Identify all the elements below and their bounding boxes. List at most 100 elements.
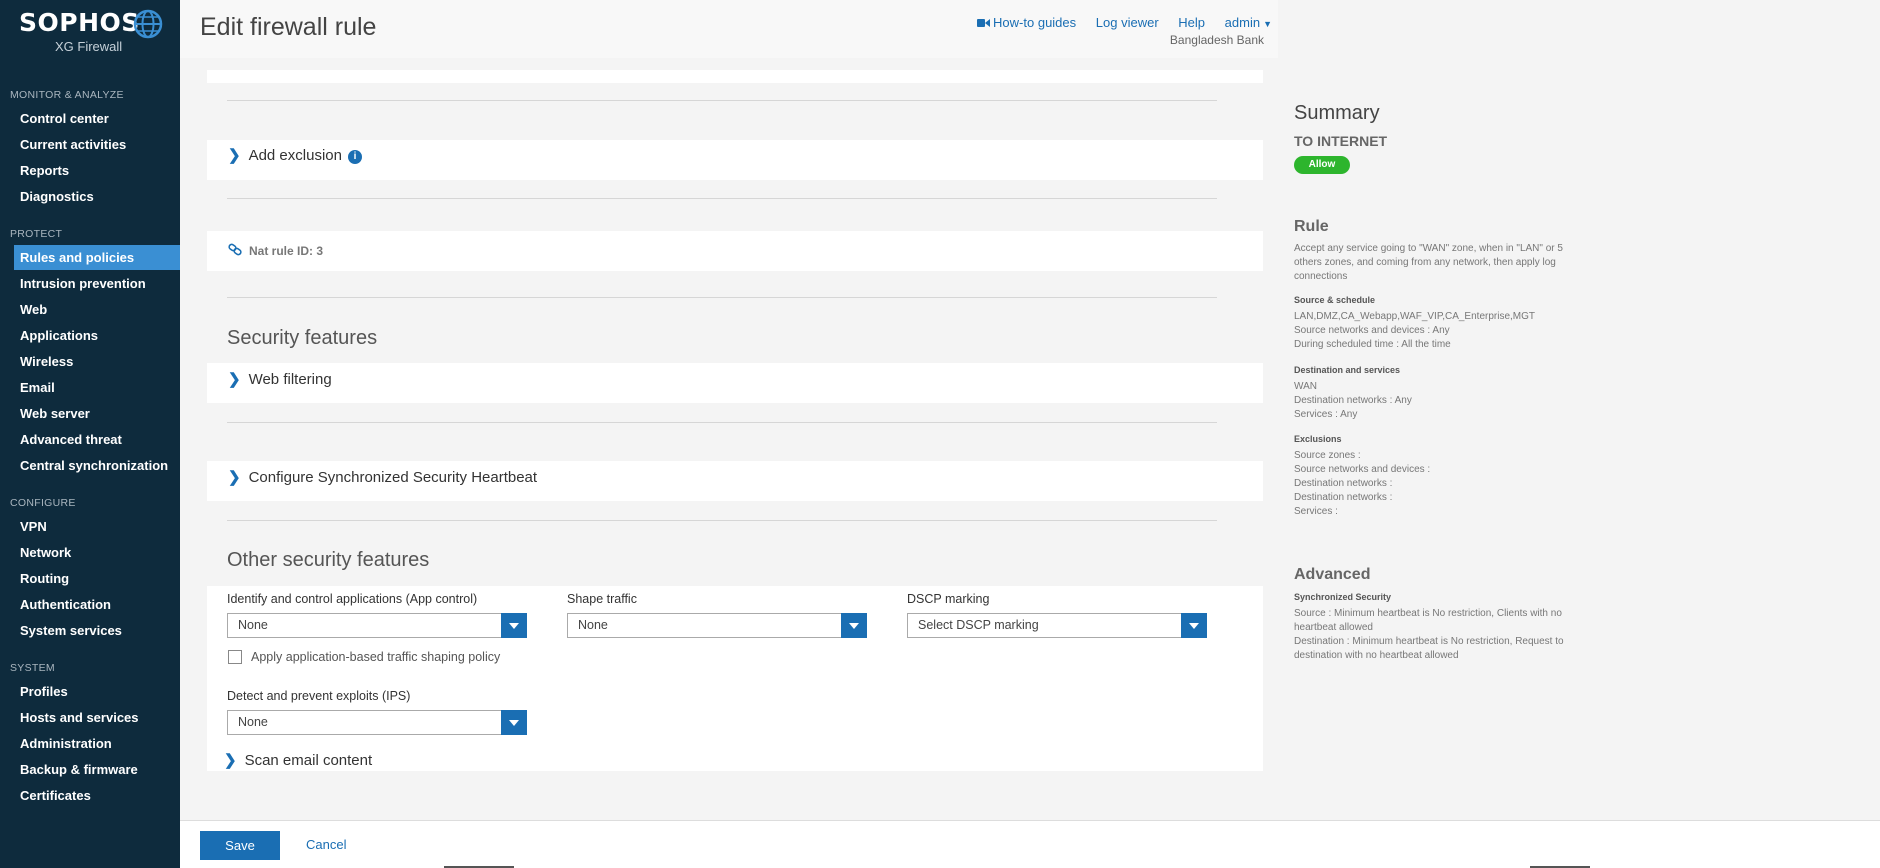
nav-item-email[interactable]: Email xyxy=(14,375,180,400)
dropdown-caret-icon[interactable] xyxy=(501,710,527,735)
exclusion-services: Services : xyxy=(1294,506,1338,517)
nav-item-intrusion-prevention[interactable]: Intrusion prevention xyxy=(14,271,180,296)
advanced-heading: Advanced xyxy=(1294,566,1371,583)
nav-item-hosts-and-services[interactable]: Hosts and services xyxy=(14,705,180,730)
nav-item-backup-firmware[interactable]: Backup & firmware xyxy=(14,757,180,782)
nav-item-current-activities[interactable]: Current activities xyxy=(14,132,180,157)
destination-services-label: Destination and services xyxy=(1294,365,1401,375)
save-button[interactable]: Save xyxy=(200,831,280,860)
add-exclusion-toggle[interactable]: ❯ Add exclusion i xyxy=(228,146,362,164)
divider xyxy=(227,100,1217,101)
nav-item-control-center[interactable]: Control center xyxy=(14,106,180,131)
nav-item-reports[interactable]: Reports xyxy=(14,158,180,183)
divider xyxy=(227,422,1217,423)
nav-item-network[interactable]: Network xyxy=(14,540,180,565)
exclusion-destination-networks: Destination networks : xyxy=(1294,492,1393,503)
exclusions-label: Exclusions xyxy=(1294,434,1342,444)
how-to-guides-link[interactable]: How-to guides xyxy=(977,15,1080,30)
nav-item-applications[interactable]: Applications xyxy=(14,323,180,348)
shape-traffic-value: None xyxy=(578,618,608,632)
scan-email-toggle[interactable]: ❯ Scan email content xyxy=(224,751,372,769)
web-filtering-panel xyxy=(207,363,1263,403)
dscp-marking-label: DSCP marking xyxy=(907,592,990,606)
divider xyxy=(227,297,1217,298)
nat-rule-label: Nat rule ID: 3 xyxy=(249,244,324,258)
sidebar: SOPHOS XG Firewall MONITOR & ANALYZE Con… xyxy=(0,0,180,868)
heartbeat-toggle[interactable]: ❯ Configure Synchronized Security Heartbe… xyxy=(228,468,537,486)
add-exclusion-label: Add exclusion xyxy=(248,147,342,164)
dropdown-caret-icon[interactable] xyxy=(1181,613,1207,638)
ips-value: None xyxy=(238,715,268,729)
nav-item-wireless[interactable]: Wireless xyxy=(14,349,180,374)
how-to-guides-label: How-to guides xyxy=(993,15,1077,30)
nav-item-web-server[interactable]: Web server xyxy=(14,401,180,426)
brand-name: SOPHOS xyxy=(19,8,140,37)
app-control-select[interactable]: None xyxy=(227,613,527,638)
nav-item-certificates[interactable]: Certificates xyxy=(14,783,180,808)
nav-item-rules-and-policies[interactable]: Rules and policies xyxy=(14,245,180,270)
web-filtering-label: Web filtering xyxy=(248,371,332,388)
exclusion-source-zones: Source zones : xyxy=(1294,450,1361,461)
exclusion-source-networks: Source networks and devices : xyxy=(1294,464,1431,475)
source-schedule-label: Source & schedule xyxy=(1294,295,1376,305)
nat-rule-link[interactable]: Nat rule ID: 3 xyxy=(228,243,323,258)
nav-item-diagnostics[interactable]: Diagnostics xyxy=(14,184,180,209)
cancel-link[interactable]: Cancel xyxy=(306,837,346,852)
source-zones: LAN,DMZ,CA_Webapp,WAF_VIP,CA_Enterprise,… xyxy=(1294,311,1536,322)
shape-traffic-label: Shape traffic xyxy=(567,592,637,606)
source-networks: Source networks and devices : Any xyxy=(1294,325,1450,336)
footer-bar: Save Cancel xyxy=(180,820,1880,868)
add-exclusion-panel xyxy=(207,140,1263,180)
action-badge: Allow xyxy=(1294,156,1350,174)
web-filtering-toggle[interactable]: ❯ Web filtering xyxy=(228,370,332,388)
dropdown-caret-icon[interactable] xyxy=(841,613,867,638)
chevron-right-icon: ❯ xyxy=(228,371,241,388)
rule-name: TO INTERNET xyxy=(1294,133,1388,149)
sync-destination: Destination : Minimum heartbeat is No re… xyxy=(1294,636,1564,661)
ips-select[interactable]: None xyxy=(227,710,527,735)
nav-item-vpn[interactable]: VPN xyxy=(14,514,180,539)
help-link[interactable]: Help xyxy=(1178,15,1205,30)
app-shaping-checkbox[interactable] xyxy=(228,650,242,664)
nav-item-web[interactable]: Web xyxy=(14,297,180,322)
info-icon[interactable]: i xyxy=(347,150,362,164)
shape-traffic-select[interactable]: None xyxy=(567,613,867,638)
nav-item-advanced-threat[interactable]: Advanced threat xyxy=(14,427,180,452)
nav-section-system: SYSTEM xyxy=(10,662,55,674)
sync-source: Source : Minimum heartbeat is No restric… xyxy=(1294,608,1562,633)
nav-section-protect: PROTECT xyxy=(10,228,63,240)
nav-section-monitor: MONITOR & ANALYZE xyxy=(10,89,124,101)
nat-rule-panel xyxy=(207,231,1263,271)
app-shaping-label: Apply application-based traffic shaping … xyxy=(251,650,501,664)
app-control-value: None xyxy=(238,618,268,632)
services: Services : Any xyxy=(1294,409,1358,420)
rule-description: Accept any service going to "WAN" zone, … xyxy=(1294,243,1563,282)
nav-item-system-services[interactable]: System services xyxy=(14,618,180,643)
log-viewer-link[interactable]: Log viewer xyxy=(1096,15,1159,30)
other-security-features-heading: Other security features xyxy=(227,549,430,571)
nav-item-routing[interactable]: Routing xyxy=(14,566,180,591)
nav-item-central-synchronization[interactable]: Central synchronization xyxy=(14,453,180,478)
chevron-right-icon: ❯ xyxy=(228,469,241,486)
video-camera-icon xyxy=(977,19,991,27)
destination-zone: WAN xyxy=(1294,381,1317,392)
nav-item-profiles[interactable]: Profiles xyxy=(14,679,180,704)
dscp-marking-select[interactable]: Select DSCP marking xyxy=(907,613,1207,638)
dropdown-caret-icon[interactable] xyxy=(501,613,527,638)
page-header: Edit firewall rule How-to guides Log vie… xyxy=(180,0,1278,58)
globe-icon xyxy=(133,9,163,39)
sophos-logo[interactable]: SOPHOS XG Firewall xyxy=(19,8,163,54)
nav-item-administration[interactable]: Administration xyxy=(14,731,180,756)
exclusion-destination-networks: Destination networks : xyxy=(1294,478,1393,489)
chevron-right-icon: ❯ xyxy=(224,752,237,769)
admin-menu[interactable]: admin ▼ xyxy=(1225,15,1272,30)
rule-heading: Rule xyxy=(1294,218,1329,235)
dscp-marking-value: Select DSCP marking xyxy=(918,618,1039,632)
security-features-heading: Security features xyxy=(227,327,378,349)
chevron-right-icon: ❯ xyxy=(228,147,241,164)
ips-label: Detect and prevent exploits (IPS) xyxy=(227,689,411,703)
heartbeat-label: Configure Synchronized Security Heartbea… xyxy=(248,469,538,486)
caret-down-icon: ▼ xyxy=(1263,19,1272,29)
nav-item-authentication[interactable]: Authentication xyxy=(14,592,180,617)
product-name: XG Firewall xyxy=(55,39,123,54)
